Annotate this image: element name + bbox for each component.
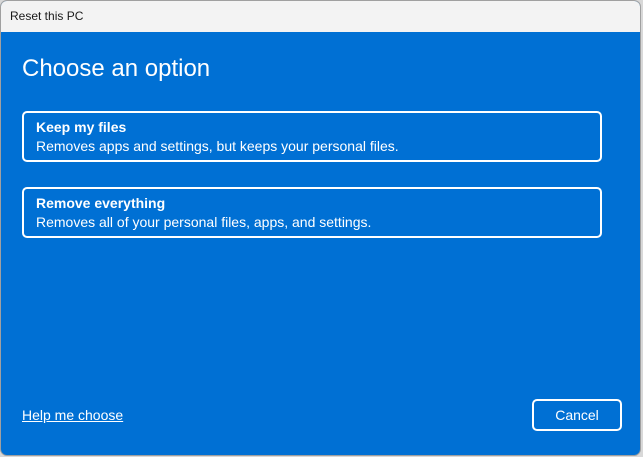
option-title: Remove everything: [36, 195, 166, 211]
cancel-button[interactable]: Cancel: [532, 399, 622, 431]
window-title: Reset this PC: [10, 9, 84, 23]
option-description: Removes apps and settings, but keeps you…: [36, 138, 399, 154]
title-bar: Reset this PC: [1, 1, 640, 32]
help-me-choose-link[interactable]: Help me choose: [22, 407, 123, 423]
option-description: Removes all of your personal files, apps…: [36, 214, 372, 230]
option-title: Keep my files: [36, 119, 127, 135]
page-title: Choose an option: [22, 55, 211, 82]
option-remove-everything[interactable]: Remove everything Removes all of your pe…: [22, 187, 602, 238]
option-keep-my-files[interactable]: Keep my files Removes apps and settings,…: [22, 111, 602, 162]
reset-pc-dialog: Reset this PC Choose an option Keep my f…: [0, 0, 641, 456]
